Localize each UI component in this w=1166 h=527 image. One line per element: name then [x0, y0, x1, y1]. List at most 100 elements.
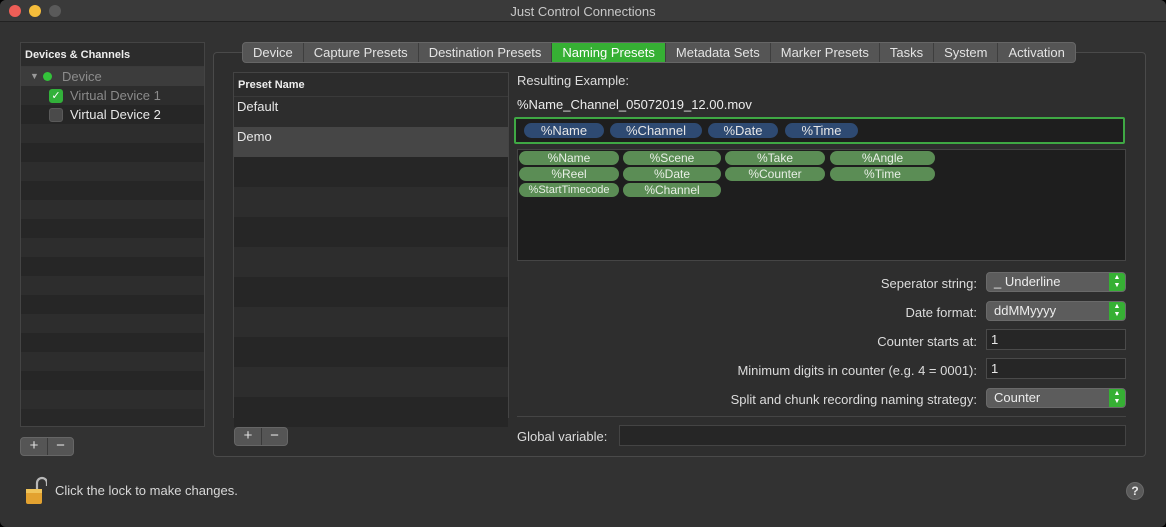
empty-row [234, 307, 508, 337]
remove-preset-button[interactable]: − [261, 428, 287, 445]
tab-tasks[interactable]: Tasks [880, 43, 935, 62]
empty-row [234, 337, 508, 367]
status-dot-icon [43, 72, 52, 81]
device-row[interactable]: Virtual Device 2 [21, 105, 204, 124]
selected-token[interactable]: %Channel [610, 123, 702, 138]
empty-row [234, 187, 508, 217]
empty-row [21, 219, 204, 238]
empty-row [21, 371, 204, 390]
min-digits-label: Minimum digits in counter (e.g. 4 = 0001… [737, 363, 977, 378]
available-token[interactable]: %Name [519, 151, 619, 165]
device-row[interactable]: ✓ Virtual Device 1 [21, 86, 204, 105]
empty-row [21, 276, 204, 295]
devices-rows: ▼ Device ✓ Virtual Device 1 Virtual Devi… [21, 67, 204, 426]
date-format-label: Date format: [905, 305, 977, 320]
add-device-button[interactable]: + [21, 438, 47, 455]
split-strategy-value: Counter [994, 390, 1041, 405]
available-token[interactable]: %Counter [725, 167, 825, 181]
empty-row [21, 143, 204, 162]
resulting-example-label: Resulting Example: [517, 73, 629, 88]
disclosure-triangle-icon[interactable]: ▼ [30, 67, 39, 86]
naming-token-field[interactable]: %Name %Channel %Date %Time [514, 117, 1125, 144]
empty-row [234, 217, 508, 247]
preset-list: Preset Name Default Demo [233, 72, 509, 427]
empty-row [234, 397, 508, 427]
available-token[interactable]: %Scene [623, 151, 721, 165]
min-digits-field[interactable]: 1 [986, 358, 1126, 379]
available-token[interactable]: %Take [725, 151, 825, 165]
separator-value: _ Underline [994, 274, 1061, 289]
available-token[interactable]: %Reel [519, 167, 619, 181]
preset-list-header: Preset Name [234, 73, 508, 97]
popup-arrows-icon: ▲ ▼ [1109, 273, 1125, 291]
empty-row [21, 124, 204, 143]
tab-bar: Device Capture Presets Destination Prese… [242, 42, 1076, 63]
device-group-row[interactable]: ▼ Device [21, 67, 204, 86]
device-checkbox[interactable]: ✓ [49, 89, 63, 103]
available-token[interactable]: %Time [830, 167, 935, 181]
available-token[interactable]: %Channel [623, 183, 721, 197]
empty-row [234, 247, 508, 277]
devices-list: Devices & Channels ▼ Device ✓ Virtual De… [20, 42, 205, 427]
remove-device-button[interactable]: − [47, 438, 73, 455]
separator-popup[interactable]: _ Underline ▲ ▼ [986, 272, 1126, 292]
title-bar: Just Control Connections [0, 0, 1166, 22]
date-format-popup[interactable]: ddMMyyyy ▲ ▼ [986, 301, 1126, 321]
split-strategy-label: Split and chunk recording naming strateg… [730, 392, 977, 407]
device-group-label: Device [62, 69, 102, 84]
devices-header: Devices & Channels [21, 43, 204, 67]
preset-row-selected[interactable]: Demo [234, 127, 508, 157]
counter-start-label: Counter starts at: [877, 334, 977, 349]
tab-device[interactable]: Device [243, 43, 304, 62]
empty-row [21, 352, 204, 371]
empty-row [234, 277, 508, 307]
resulting-example-value: %Name_Channel_05072019_12.00.mov [517, 97, 752, 112]
global-variable-label: Global variable: [517, 429, 608, 444]
empty-row [21, 333, 204, 352]
app-window: Just Control Connections Devices & Chann… [0, 0, 1166, 527]
available-token[interactable]: %Angle [830, 151, 935, 165]
tab-naming-presets[interactable]: Naming Presets [552, 43, 666, 62]
help-button[interactable]: ? [1126, 482, 1144, 500]
tab-destination-presets[interactable]: Destination Presets [419, 43, 553, 62]
empty-row [21, 238, 204, 257]
device-label: Virtual Device 2 [70, 107, 161, 122]
separator-label: Seperator string: [880, 276, 977, 291]
selected-token[interactable]: %Name [524, 123, 604, 138]
available-tokens-well: %Name %Scene %Take %Angle %Reel %Date %C… [517, 149, 1126, 261]
tab-metadata-sets[interactable]: Metadata Sets [666, 43, 771, 62]
counter-start-field[interactable]: 1 [986, 329, 1126, 350]
window-title: Just Control Connections [510, 4, 656, 19]
available-token[interactable]: %Date [623, 167, 721, 181]
empty-row [21, 390, 204, 409]
empty-row [21, 314, 204, 333]
selected-token[interactable]: %Time [785, 123, 858, 138]
device-add-remove-buttons: + − [20, 437, 74, 456]
popup-arrows-icon: ▲ ▼ [1109, 302, 1125, 320]
divider [517, 416, 1126, 417]
tab-system[interactable]: System [934, 43, 999, 62]
preset-row[interactable]: Default [234, 97, 508, 127]
date-format-value: ddMMyyyy [994, 303, 1057, 318]
tab-marker-presets[interactable]: Marker Presets [771, 43, 880, 62]
add-preset-button[interactable]: + [235, 428, 261, 445]
selected-token[interactable]: %Date [708, 123, 778, 138]
empty-row [234, 157, 508, 187]
tab-activation[interactable]: Activation [998, 43, 1074, 62]
empty-row [21, 200, 204, 219]
popup-arrows-icon: ▲ ▼ [1109, 389, 1125, 407]
split-strategy-popup[interactable]: Counter ▲ ▼ [986, 388, 1126, 408]
preset-add-remove-buttons: + − [234, 427, 288, 446]
empty-row [21, 181, 204, 200]
global-variable-field[interactable] [619, 425, 1126, 446]
empty-row [21, 162, 204, 181]
empty-row [234, 367, 508, 397]
tab-capture-presets[interactable]: Capture Presets [304, 43, 419, 62]
available-token[interactable]: %StartTimecode [519, 183, 619, 197]
preset-rows: Default Demo [234, 97, 508, 427]
lock-icon[interactable] [25, 476, 47, 506]
device-checkbox[interactable] [49, 108, 63, 122]
device-label: Virtual Device 1 [70, 88, 161, 103]
lock-hint-text: Click the lock to make changes. [55, 483, 238, 498]
empty-row [21, 257, 204, 276]
